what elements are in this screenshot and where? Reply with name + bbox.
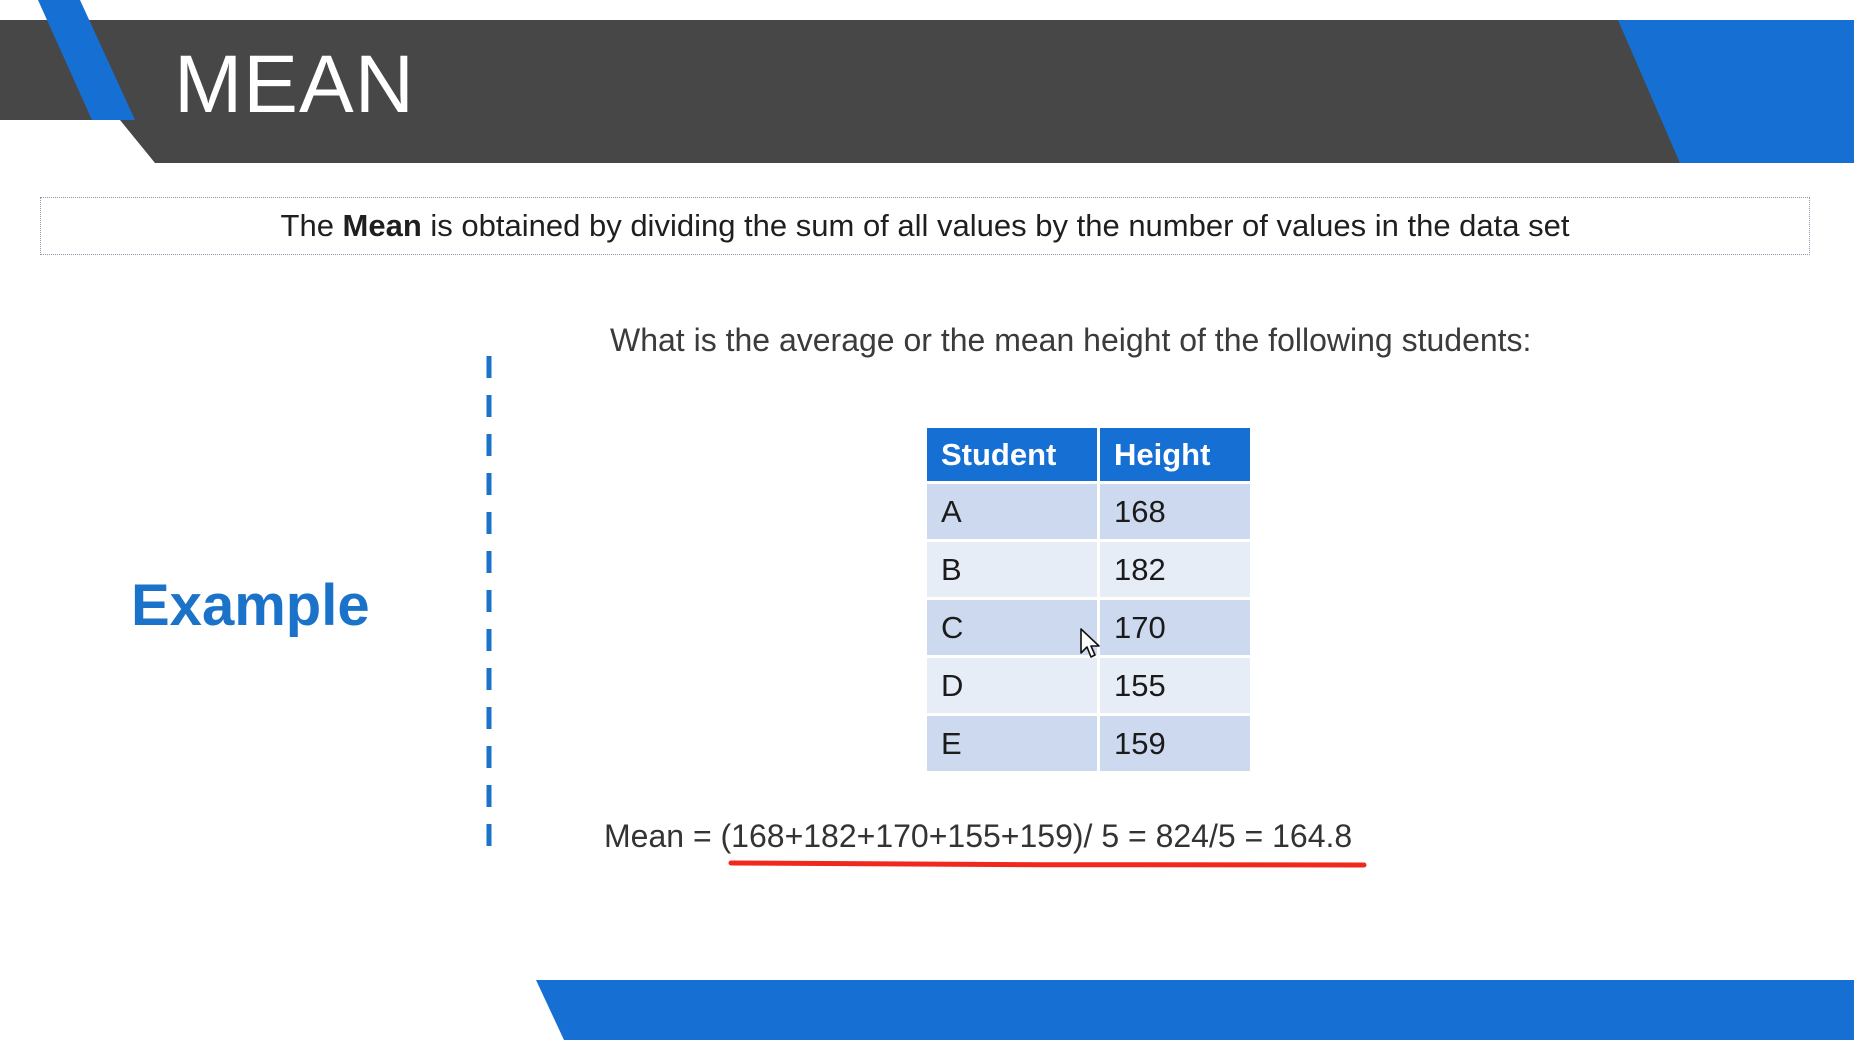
table-row: A 168 [927, 484, 1250, 539]
cell-student: A [927, 484, 1097, 539]
cell-height: 159 [1100, 716, 1250, 771]
table-row: E 159 [927, 716, 1250, 771]
mean-formula: Mean = (168+182+170+155+159)/ 5 = 824/5 … [604, 818, 1352, 855]
definition-after: is obtained by dividing the sum of all v… [421, 208, 1570, 243]
cell-student: C [927, 600, 1097, 655]
cell-student: B [927, 542, 1097, 597]
table-header-row: Student Height [927, 428, 1250, 481]
column-header-student: Student [927, 428, 1097, 481]
formula-expression: (168+182+170+155+159)/ 5 = 824/5 = 164.8 [720, 818, 1353, 854]
cell-student: E [927, 716, 1097, 771]
table-row: D 155 [927, 658, 1250, 713]
formula-prefix: Mean = [604, 818, 721, 854]
cell-height: 170 [1100, 600, 1250, 655]
cell-height: 182 [1100, 542, 1250, 597]
question-text: What is the average or the mean height o… [610, 322, 1532, 358]
cell-height: 168 [1100, 484, 1250, 539]
slide-title: MEAN [174, 39, 415, 130]
definition-before: The [280, 208, 343, 243]
student-height-table: Student Height A 168 B 182 C 170 D 155 E… [924, 425, 1253, 774]
definition-bold-term: Mean [342, 208, 422, 243]
formula-underline [728, 860, 1367, 868]
footer-band [536, 980, 1854, 1040]
cell-student: D [927, 658, 1097, 713]
definition-text: The Mean is obtained by dividing the sum… [281, 208, 1570, 244]
mouse-pointer-icon [1080, 628, 1100, 658]
column-header-height: Height [1100, 428, 1250, 481]
table-row: B 182 [927, 542, 1250, 597]
cell-height: 155 [1100, 658, 1250, 713]
example-label: Example [131, 573, 370, 638]
definition-box: The Mean is obtained by dividing the sum… [40, 197, 1810, 255]
